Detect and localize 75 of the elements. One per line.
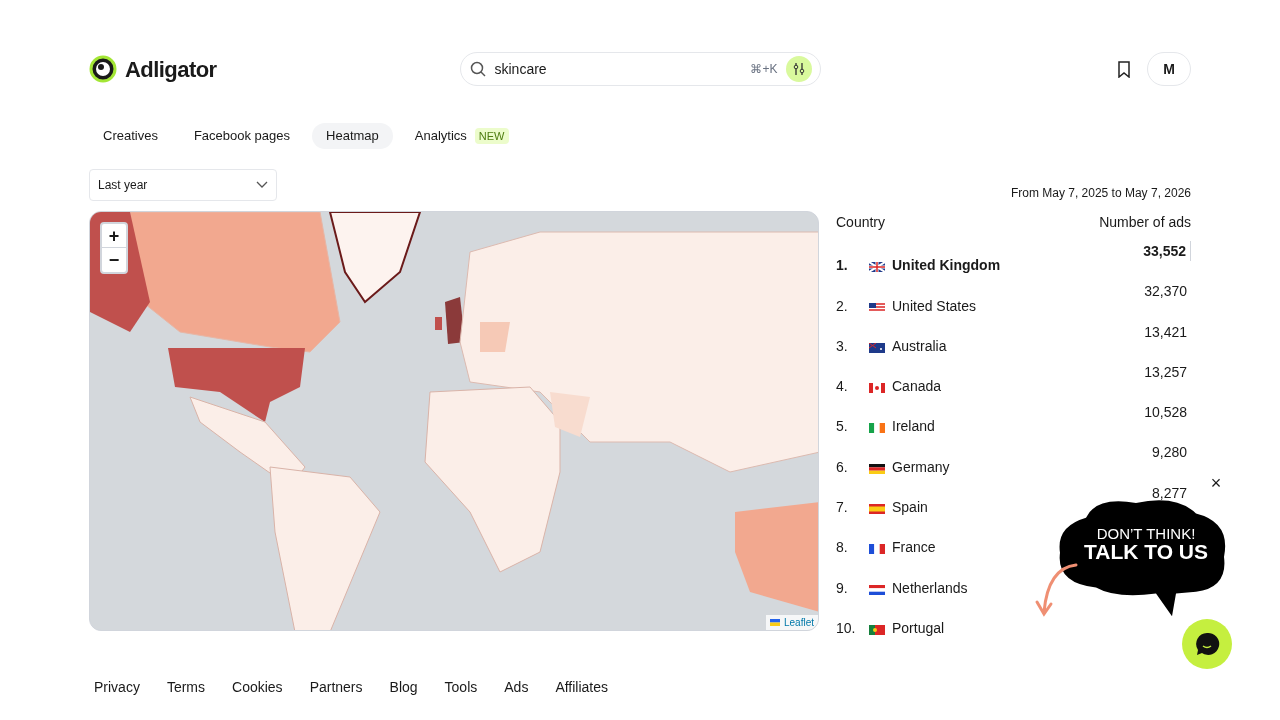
- sliders-icon: [791, 62, 806, 76]
- country-name: Spain: [892, 498, 928, 518]
- map-panel[interactable]: + − Leaflet: [89, 211, 819, 631]
- rank-number: 7.: [836, 498, 849, 518]
- country-name: Canada: [892, 377, 942, 397]
- rank-number: 4.: [836, 377, 849, 397]
- nav-tab[interactable]: Heatmap: [312, 123, 393, 149]
- footer-link[interactable]: Terms: [166, 676, 206, 697]
- flag-icon: [869, 584, 885, 595]
- footer-link[interactable]: Privacy: [94, 676, 140, 697]
- search-value: skincare: [494, 60, 548, 79]
- rank-number: 3.: [836, 336, 849, 356]
- chat-button[interactable]: [1182, 619, 1232, 669]
- date-range: From May 7, 2025 to May 7, 2026: [1010, 185, 1191, 201]
- rank-number: 10.: [836, 618, 857, 638]
- rank-number: 1.: [836, 256, 849, 276]
- country-name: Ireland: [892, 417, 935, 437]
- country-name: Netherlands: [892, 578, 968, 598]
- ad-count: 13,421: [1144, 322, 1187, 342]
- zoom-out-button[interactable]: −: [102, 248, 126, 272]
- chat-icon: [1194, 631, 1220, 657]
- nav-tab[interactable]: Facebook pages: [179, 123, 305, 149]
- footer-link[interactable]: Blog: [389, 676, 418, 697]
- rank-number: 5.: [836, 417, 849, 437]
- flag-icon: [869, 262, 885, 273]
- logo-text: Adligator: [125, 55, 217, 84]
- footer-link[interactable]: Partners: [309, 676, 363, 697]
- chevron-down-icon: [256, 181, 268, 189]
- flag-icon: [869, 504, 885, 515]
- rank-number: 9.: [836, 578, 849, 598]
- ad-count: 8,277: [1151, 483, 1187, 503]
- footer-link[interactable]: Tools: [444, 676, 478, 697]
- promo-text: DON’T THINK!: [1095, 526, 1197, 541]
- shortcut-hint: ⌘+K: [750, 61, 778, 77]
- nav-tab[interactable]: Analytics NEW: [400, 123, 523, 149]
- flag-icon: [869, 302, 885, 313]
- column-header: Number of ads: [1099, 213, 1191, 232]
- flag-icon: [869, 423, 885, 434]
- footer-link[interactable]: Affiliates: [555, 676, 609, 697]
- nav-tab[interactable]: Creatives: [89, 123, 172, 149]
- zoom-in-button[interactable]: +: [102, 224, 126, 248]
- new-badge: NEW: [474, 127, 509, 145]
- rank-number: 8.: [836, 538, 849, 558]
- footer-link[interactable]: Cookies: [232, 676, 283, 697]
- rank-number: 6.: [836, 457, 849, 477]
- bookmark-icon[interactable]: [1117, 60, 1131, 78]
- country-name: Australia: [892, 336, 947, 356]
- logo-icon: [89, 55, 117, 83]
- flag-icon: [869, 342, 885, 353]
- country-name: United States: [892, 296, 977, 316]
- country-name: France: [892, 538, 936, 558]
- footer-link[interactable]: Ads: [504, 676, 529, 697]
- country-name: Germany: [892, 457, 950, 477]
- column-header: Country: [836, 213, 886, 232]
- flag-icon: [869, 544, 885, 555]
- country-name: United Kingdom: [892, 256, 1001, 276]
- filter-button[interactable]: [785, 56, 812, 82]
- curved-arrow-icon: [1034, 562, 1078, 618]
- flag-icon: [869, 383, 885, 394]
- ad-count: 10,528: [1144, 403, 1187, 423]
- ad-count: 33,552: [1143, 241, 1191, 261]
- country-name: Portugal: [892, 618, 945, 638]
- promo-heading: TALK TO US: [1082, 541, 1210, 562]
- rank-number: 2.: [836, 296, 849, 316]
- close-button[interactable]: ×: [1207, 474, 1225, 492]
- ad-count: 32,370: [1144, 282, 1187, 302]
- period-dropdown[interactable]: Last year: [89, 169, 277, 201]
- ad-count: 9,280: [1151, 443, 1187, 463]
- period-value: Last year: [98, 177, 148, 193]
- flag-icon: [869, 624, 885, 635]
- flag-icon: [769, 619, 780, 626]
- attribution-link[interactable]: Leaflet: [783, 615, 814, 630]
- search-icon: [468, 60, 487, 78]
- flag-icon: [869, 463, 885, 474]
- ad-count: 13,257: [1144, 362, 1187, 382]
